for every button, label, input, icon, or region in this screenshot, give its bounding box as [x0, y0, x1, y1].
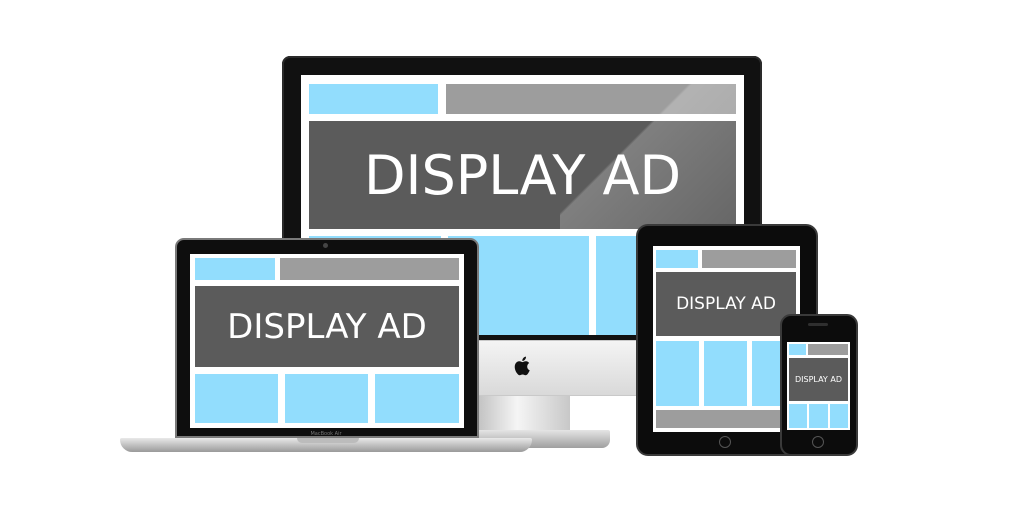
phone-screen: DISPLAY AD [787, 342, 850, 430]
header-left-placeholder [195, 258, 275, 280]
content-block-2 [704, 341, 747, 406]
header-right-placeholder [280, 258, 459, 280]
footer-placeholder [656, 410, 796, 428]
header-left-placeholder [309, 84, 438, 114]
phone-speaker [808, 323, 828, 326]
laptop-camera [323, 243, 328, 248]
display-ad-text: DISPLAY AD [227, 306, 427, 347]
content-block-1 [789, 404, 807, 428]
display-ad-text: DISPLAY AD [795, 375, 842, 384]
header-left-placeholder [656, 250, 698, 268]
desktop-stand-neck [474, 396, 570, 434]
laptop-screen: DISPLAY AD [190, 254, 464, 428]
display-ad-banner: DISPLAY AD [789, 358, 848, 401]
laptop-opening-notch [297, 438, 359, 443]
laptop-model-label: MacBook Air [310, 431, 342, 437]
phone-home-button [812, 436, 824, 448]
header-left-placeholder [789, 344, 806, 355]
content-block-1 [656, 341, 699, 406]
display-ad-banner: DISPLAY AD [195, 286, 459, 367]
display-ad-text: DISPLAY AD [676, 294, 776, 314]
tablet-screen: DISPLAY AD [653, 246, 800, 432]
screen-glare [560, 75, 744, 235]
content-block-1 [195, 374, 278, 423]
apple-logo-icon [513, 354, 533, 378]
header-right-placeholder [808, 344, 848, 355]
content-block-3 [830, 404, 848, 428]
display-ad-banner: DISPLAY AD [656, 272, 796, 336]
content-block-2 [285, 374, 368, 423]
header-right-placeholder [702, 250, 796, 268]
tablet-home-button [719, 436, 731, 448]
content-block-2 [809, 404, 828, 428]
content-block-3 [375, 374, 459, 423]
